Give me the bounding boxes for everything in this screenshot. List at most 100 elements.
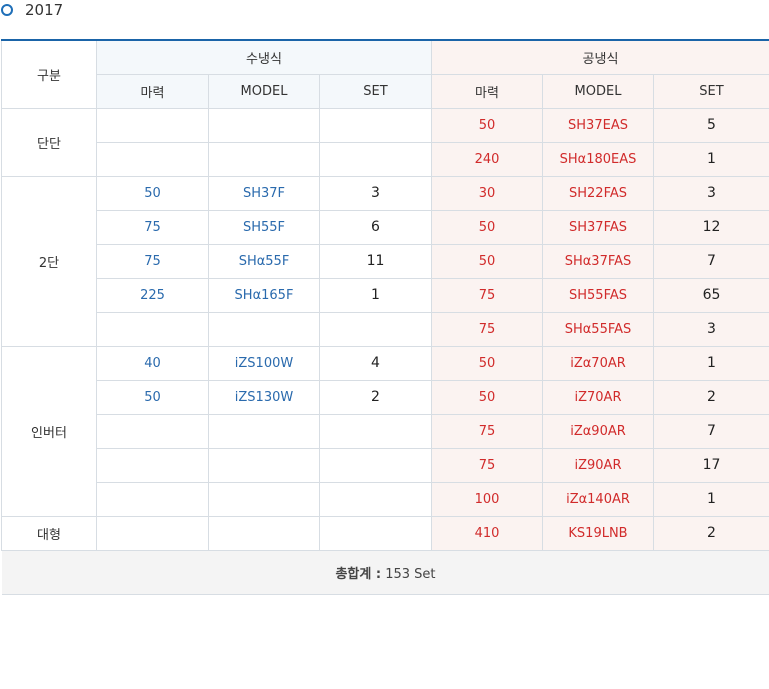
total-row: 총합계 : 153 Set [1,549,769,595]
water-model-cell: SH37F [208,175,320,211]
circle-bullet-icon [1,4,13,16]
water-power-cell [96,141,209,177]
table-row: 75 iZα90AR 7 [2,413,769,449]
air-power-cell: 50 [431,379,543,415]
air-set-cell: 3 [653,175,769,211]
air-power-cell: 410 [431,515,543,551]
air-model-cell: SH37EAS [542,107,654,143]
water-power-cell [96,413,209,449]
water-power-cell [96,447,209,483]
water-set-cell [319,481,432,517]
air-model-cell: SHα55FAS [542,311,654,347]
water-set-cell [319,413,432,449]
air-power-cell: 50 [431,107,543,143]
table-row: 단단 50 SH37EAS 5 [1,107,769,177]
air-model-cell: iZ90AR [542,447,654,483]
water-model-cell [208,141,320,177]
water-set-cell [319,515,432,551]
table-row: 240 SHα180EAS 1 [2,141,769,177]
grand-total-label: 총합계 : [335,566,382,582]
water-set-cell [319,107,432,143]
water-power-cell: 75 [96,209,209,245]
air-model-cell: SHα180EAS [542,141,654,177]
water-model-cell: SH55F [208,209,320,245]
table-row: 75 SH55F 6 50 SH37FAS 12 [2,209,769,245]
air-model-cell: KS19LNB [542,515,654,551]
air-set-cell: 1 [653,481,769,517]
air-set-cell: 2 [653,515,769,551]
category-inverter: 인버터 [1,345,97,517]
water-power-cell [96,515,209,551]
air-power-cell: 75 [431,413,543,449]
table-row: 225 SHα165F 1 75 SH55FAS 65 [2,277,769,313]
table-row: 100 iZα140AR 1 [2,481,769,517]
water-power-cell [96,481,209,517]
water-model-cell [208,447,320,483]
table-row: 인버터 40 iZS100W 4 50 iZα70AR 1 [1,345,769,517]
air-set-cell: 17 [653,447,769,483]
water-set-cell: 3 [319,175,432,211]
air-model-cell: iZα140AR [542,481,654,517]
air-power-cell: 50 [431,243,543,279]
air-set-cell: 7 [653,243,769,279]
water-power-cell: 50 [96,379,209,415]
air-set-cell: 1 [653,141,769,177]
water-model-cell [208,107,320,143]
air-set-cell: 65 [653,277,769,313]
header-water-model: MODEL [208,73,320,109]
table-row: 2단 50 SH37F 3 30 SH22FAS 3 [1,175,769,347]
air-model-cell: SH37FAS [542,209,654,245]
air-model-cell: SHα37FAS [542,243,654,279]
year-heading: 2017 [0,0,300,20]
air-set-cell: 3 [653,311,769,347]
header-water-cooled: 수냉식 [96,39,432,75]
table-row: 75 SHα55FAS 3 [2,311,769,347]
water-set-cell: 1 [319,277,432,313]
water-power-cell: 75 [96,243,209,279]
water-power-cell: 40 [96,345,209,381]
air-model-cell: SH22FAS [542,175,654,211]
table-row: 50 iZS130W 2 50 iZ70AR 2 [2,379,769,415]
header-air-power: 마력 [431,73,543,109]
header-water-set: SET [319,73,432,109]
grand-total: 총합계 : 153 Set [1,549,769,595]
header-air-set: SET [653,73,769,109]
air-set-cell: 12 [653,209,769,245]
water-power-cell: 50 [96,175,209,211]
water-model-cell [208,515,320,551]
air-set-cell: 2 [653,379,769,415]
water-model-cell [208,413,320,449]
water-model-cell [208,481,320,517]
water-set-cell [319,141,432,177]
table-row: 대형 410 KS19LNB 2 [1,515,769,551]
table-row: 75 SHα55F 11 50 SHα37FAS 7 [2,243,769,279]
water-model-cell [208,311,320,347]
grand-total-value: 153 Set [385,566,436,582]
water-model-cell: iZS130W [208,379,320,415]
water-set-cell [319,447,432,483]
header-air-cooled: 공냉식 [431,39,769,75]
air-model-cell: iZ70AR [542,379,654,415]
air-set-cell: 1 [653,345,769,381]
air-power-cell: 30 [431,175,543,211]
air-set-cell: 5 [653,107,769,143]
air-power-cell: 75 [431,277,543,313]
air-power-cell: 75 [431,311,543,347]
table-row: 75 iZ90AR 17 [2,447,769,483]
air-model-cell: iZα70AR [542,345,654,381]
air-power-cell: 75 [431,447,543,483]
air-model-cell: iZα90AR [542,413,654,449]
header-water-power: 마력 [96,73,209,109]
compressor-table: 구분 수냉식 공냉식 마력 MODEL SET 마력 MODEL SET 단단 … [1,39,769,595]
category-two-stage: 2단 [1,175,97,347]
year-label: 2017 [25,1,64,19]
air-power-cell: 50 [431,345,543,381]
water-model-cell: SHα55F [208,243,320,279]
air-power-cell: 240 [431,141,543,177]
category-large: 대형 [1,515,97,551]
header-air-model: MODEL [542,73,654,109]
water-power-cell [96,311,209,347]
air-model-cell: SH55FAS [542,277,654,313]
water-set-cell: 4 [319,345,432,381]
water-model-cell: SHα165F [208,277,320,313]
